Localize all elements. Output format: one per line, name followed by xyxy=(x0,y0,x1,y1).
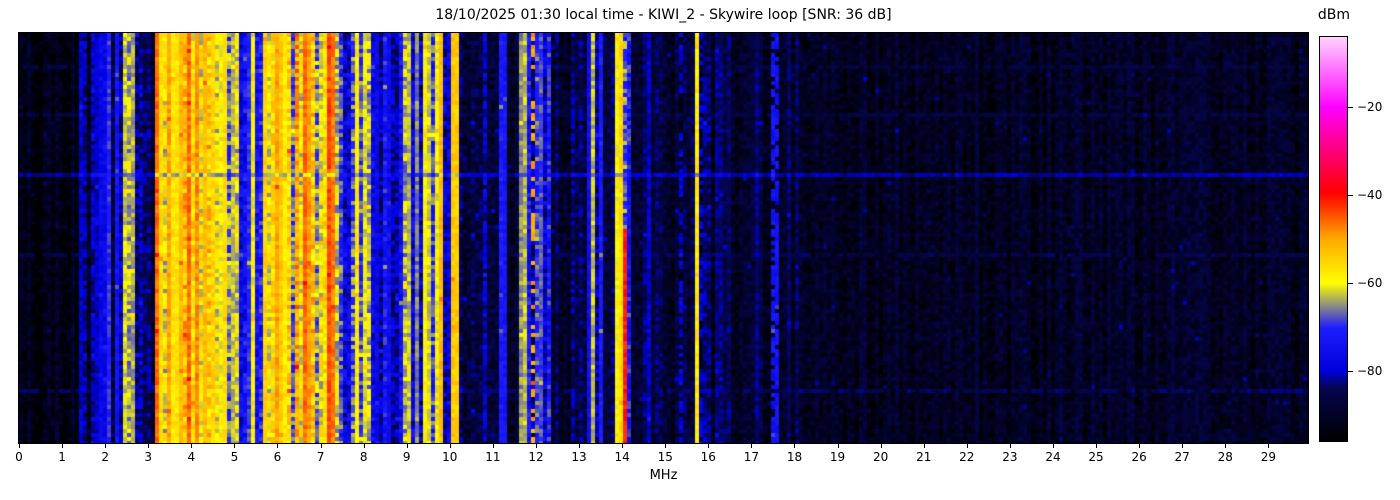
x-axis-label: MHz xyxy=(649,468,678,483)
x-tick-mark xyxy=(363,444,365,448)
x-tick-label: 13 xyxy=(571,450,587,464)
x-tick-mark xyxy=(1052,444,1054,448)
x-tick-label: 3 xyxy=(144,450,153,464)
x-tick-mark xyxy=(320,444,322,448)
x-tick-label: 19 xyxy=(829,450,846,464)
x-tick-mark xyxy=(62,444,64,448)
x-tick-label: 24 xyxy=(1045,450,1061,464)
x-tick-mark xyxy=(622,444,624,448)
x-tick-mark xyxy=(1139,444,1141,448)
x-tick-label: 25 xyxy=(1088,450,1104,464)
colorbar-gradient-canvas xyxy=(1320,37,1347,441)
x-tick-mark xyxy=(966,444,968,448)
colorbar-tick-label: −60 xyxy=(1357,275,1383,290)
x-tick-mark xyxy=(794,444,796,448)
x-tick-mark xyxy=(708,444,710,448)
x-tick-label: 11 xyxy=(485,450,501,464)
x-tick-mark xyxy=(1096,444,1098,448)
x-tick-mark xyxy=(837,444,839,448)
x-tick-label: 21 xyxy=(916,450,932,464)
x-tick-label: 6 xyxy=(273,450,282,464)
x-tick-label: 2 xyxy=(101,450,109,464)
x-tick-label: 14 xyxy=(614,450,630,464)
x-tick-mark xyxy=(19,444,20,448)
x-tick-mark xyxy=(492,444,494,448)
colorbar-tick-label: −20 xyxy=(1357,100,1383,115)
x-tick-label: 16 xyxy=(700,450,716,464)
x-tick-label: 1 xyxy=(58,450,66,464)
x-tick-label: 28 xyxy=(1217,450,1233,464)
x-tick-label: 22 xyxy=(959,450,975,464)
colorbar xyxy=(1319,36,1348,442)
x-tick-label: 0 xyxy=(15,450,23,464)
x-tick-mark xyxy=(1182,444,1184,448)
x-tick-mark xyxy=(1009,444,1011,448)
colorbar-tick-label: −40 xyxy=(1357,188,1383,203)
x-tick-label: 7 xyxy=(316,450,325,464)
x-tick-mark xyxy=(234,444,236,448)
x-tick-mark xyxy=(665,444,667,448)
x-tick-mark xyxy=(1268,444,1270,448)
x-tick-label: 29 xyxy=(1260,450,1276,464)
x-tick-mark xyxy=(535,444,537,448)
x-tick-mark xyxy=(105,444,107,448)
x-tick-label: 10 xyxy=(442,450,458,464)
x-tick-mark xyxy=(579,444,581,448)
x-tick-label: 12 xyxy=(528,450,544,464)
x-tick-mark xyxy=(449,444,451,448)
colorbar-tick-mark xyxy=(1348,195,1353,197)
x-tick-label: 20 xyxy=(872,450,889,464)
x-tick-label: 4 xyxy=(187,450,196,464)
chart-title: 18/10/2025 01:30 local time - KIWI_2 - S… xyxy=(435,7,892,23)
x-tick-label: 27 xyxy=(1174,450,1190,464)
colorbar-tick-mark xyxy=(1348,107,1353,109)
x-tick-mark xyxy=(406,444,408,448)
x-tick-label: 15 xyxy=(657,450,673,464)
x-tick-mark xyxy=(880,444,882,448)
x-tick-label: 26 xyxy=(1131,450,1147,464)
x-tick-mark xyxy=(923,444,925,448)
colorbar-tick-mark xyxy=(1348,370,1353,372)
x-tick-label: 23 xyxy=(1002,450,1018,464)
x-tick-label: 9 xyxy=(402,450,411,464)
x-tick-mark xyxy=(1225,444,1227,448)
x-tick-label: 18 xyxy=(786,450,803,464)
x-tick-mark xyxy=(751,444,753,448)
x-tick-label: 8 xyxy=(359,450,368,464)
x-tick-mark xyxy=(277,444,279,448)
colorbar-tick-label: −80 xyxy=(1357,363,1383,378)
colorbar-label: dBm xyxy=(1317,7,1351,23)
x-tick-label: 5 xyxy=(230,450,239,464)
x-tick-mark xyxy=(191,444,193,448)
x-tick-mark xyxy=(148,444,150,448)
plot-area xyxy=(18,32,1309,444)
x-tick-label: 17 xyxy=(743,450,760,464)
waterfall-spectrogram-canvas xyxy=(19,33,1308,443)
colorbar-tick-mark xyxy=(1348,282,1353,284)
